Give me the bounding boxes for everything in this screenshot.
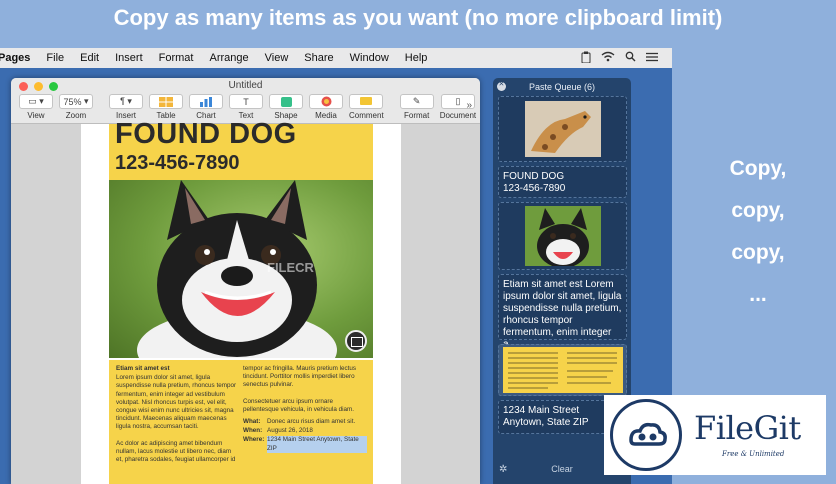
brand-tagline: Free & Unlimited bbox=[722, 450, 785, 458]
status-icons bbox=[581, 51, 672, 66]
menu-file[interactable]: File bbox=[38, 52, 72, 64]
poster-heading[interactable]: FOUND DOG bbox=[115, 118, 297, 151]
menu-edit[interactable]: Edit bbox=[72, 52, 107, 64]
document-canvas[interactable]: FOUND DOG 123-456-7890 FILECR Etiam sit … bbox=[11, 118, 480, 484]
document-label: Document bbox=[439, 111, 477, 120]
document-page[interactable]: FOUND DOG 123-456-7890 FILECR Etiam sit … bbox=[81, 118, 401, 484]
chart-icon bbox=[189, 94, 223, 109]
text-tool[interactable]: T Text bbox=[229, 94, 263, 120]
queue-item-text: 123-456-7890 bbox=[503, 183, 566, 194]
detail-where: Where: 1234 Main Street Anytown, State Z… bbox=[243, 436, 367, 453]
comment-tool[interactable]: Comment bbox=[349, 94, 384, 120]
menu-view[interactable]: View bbox=[257, 52, 297, 64]
comment-icon bbox=[349, 94, 384, 109]
dog-illustration bbox=[137, 180, 337, 358]
selected-address[interactable]: 1234 Main Street Anytown, State ZIP bbox=[267, 436, 367, 453]
view-icon: ▭ ▾ bbox=[19, 94, 53, 109]
clear-button[interactable]: Clear bbox=[551, 464, 573, 474]
paste-queue-icon[interactable] bbox=[581, 51, 591, 66]
table-tool[interactable]: Table bbox=[149, 94, 183, 120]
wifi-icon[interactable] bbox=[601, 51, 615, 65]
promo-banner: Copy as many items as you want (no more … bbox=[0, 0, 836, 38]
view-tool[interactable]: ▭ ▾ View bbox=[19, 94, 53, 120]
poster-thumbnail bbox=[502, 347, 623, 393]
poster-body[interactable]: Etiam sit amet est Lorem ipsum dolor sit… bbox=[109, 360, 373, 484]
filegit-badge: FileGit Free & Unlimited bbox=[604, 395, 826, 475]
list-icon[interactable] bbox=[646, 52, 658, 65]
view-label: View bbox=[27, 111, 45, 120]
paste-queue-title: Paste Queue (6) bbox=[528, 82, 596, 92]
queue-item-lorem-text[interactable]: Etiam sit amet est Lorem ipsum dolor sit… bbox=[498, 274, 627, 350]
menu-insert[interactable]: Insert bbox=[107, 52, 151, 64]
giraffe-image bbox=[524, 101, 601, 157]
media-label: Media bbox=[315, 111, 337, 120]
detail-what: What: Donec arcu risus diam amet sit. bbox=[243, 418, 356, 426]
menu-window[interactable]: Window bbox=[342, 52, 397, 64]
paintbrush-icon: ✎ bbox=[399, 94, 434, 109]
dog-image bbox=[524, 206, 601, 266]
chart-tool[interactable]: Chart bbox=[189, 94, 223, 120]
queue-item-found-dog[interactable]: FOUND DOG 123-456-7890 bbox=[498, 166, 627, 198]
filegit-logo bbox=[610, 399, 682, 471]
queue-item-dog-image[interactable] bbox=[498, 202, 627, 270]
document-title[interactable]: Untitled bbox=[11, 80, 480, 91]
poster-paragraph: Ac dolor ac adipiscing amet bibendum nul… bbox=[116, 439, 236, 464]
shape-tool[interactable]: Shape bbox=[269, 94, 303, 120]
queue-item-text: Etiam sit amet est Lorem ipsum dolor sit… bbox=[503, 279, 622, 350]
format-label: Format bbox=[404, 111, 430, 120]
poster-paragraph: Lorem ipsum dolor sit amet, ligula suspe… bbox=[116, 374, 237, 431]
copy-line: copy, bbox=[731, 241, 785, 264]
menu-arrange[interactable]: Arrange bbox=[201, 52, 256, 64]
poster-column-right[interactable]: tempor ac fringilla. Mauris pretium lect… bbox=[243, 365, 367, 453]
brand-name: FileGit bbox=[694, 409, 801, 447]
menu-app-pages[interactable]: Pages bbox=[0, 52, 38, 64]
poster-phone[interactable]: 123-456-7890 bbox=[115, 152, 240, 175]
insert-tool[interactable]: ¶ ▾ Insert bbox=[109, 94, 143, 120]
text-icon: T bbox=[229, 94, 263, 109]
zoom-select: 75% ▾ bbox=[59, 94, 93, 109]
title-bar: Untitled bbox=[11, 78, 480, 94]
zoom-label: Zoom bbox=[65, 111, 87, 120]
poster-subtitle: Etiam sit amet est bbox=[116, 365, 170, 372]
dog-photo[interactable]: FILECR bbox=[109, 180, 373, 358]
poster-column-left[interactable]: Etiam sit amet est Lorem ipsum dolor sit… bbox=[116, 365, 238, 464]
table-icon bbox=[149, 94, 183, 109]
menu-format[interactable]: Format bbox=[151, 52, 202, 64]
copy-line: copy, bbox=[731, 199, 785, 222]
copy-line: ... bbox=[749, 283, 767, 306]
detail-when: When: August 26, 2018 bbox=[243, 427, 313, 435]
format-tool[interactable]: ✎ Format bbox=[399, 94, 434, 120]
queue-item-poster-text[interactable] bbox=[498, 344, 627, 396]
replace-image-icon[interactable] bbox=[345, 330, 367, 352]
menu-help[interactable]: Help bbox=[397, 52, 436, 64]
poster-paragraph: Consectetuer arcu ipsum ornare pellentes… bbox=[243, 397, 354, 413]
zoom-tool[interactable]: 75% ▾ Zoom bbox=[59, 94, 93, 120]
pages-window: Untitled ▭ ▾ View 75% ▾ Zoom ¶ ▾ Insert … bbox=[11, 78, 480, 484]
menu-share[interactable]: Share bbox=[296, 52, 341, 64]
poster-paragraph: tempor ac fringilla. Mauris pretium lect… bbox=[243, 365, 357, 389]
toolbar-overflow-icon[interactable]: » bbox=[466, 100, 472, 111]
copy-caption: Copy, copy, copy, ... bbox=[680, 148, 836, 316]
paragraph-icon: ¶ ▾ bbox=[109, 94, 143, 109]
cloud-logo-icon bbox=[629, 422, 667, 446]
queue-item-text: FOUND DOG bbox=[503, 171, 565, 182]
poster-header[interactable]: FOUND DOG 123-456-7890 bbox=[109, 118, 373, 180]
gear-icon[interactable]: ✲ bbox=[499, 464, 507, 475]
media-tool[interactable]: Media bbox=[309, 94, 343, 120]
comment-label: Comment bbox=[349, 111, 384, 120]
shape-icon bbox=[269, 94, 303, 109]
menu-bar: Pages File Edit Insert Format Arrange Vi… bbox=[0, 48, 672, 68]
queue-item-giraffe[interactable] bbox=[498, 96, 627, 162]
media-icon bbox=[309, 94, 343, 109]
copy-line: Copy, bbox=[729, 157, 787, 180]
watermark-text: FILECR bbox=[267, 260, 314, 275]
search-icon[interactable] bbox=[625, 51, 636, 65]
